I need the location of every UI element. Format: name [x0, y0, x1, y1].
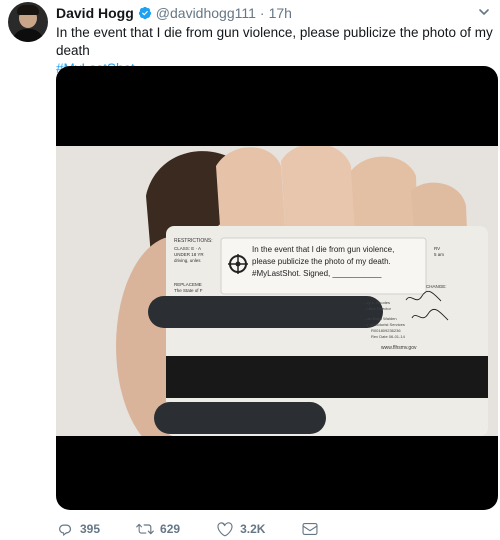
tweet-actions: 395 629 3.2K	[56, 520, 355, 538]
tweet-time[interactable]: 17h	[269, 5, 292, 21]
card-class: CLASS: E · A	[174, 246, 201, 251]
card-am: 5 am	[434, 252, 444, 257]
like-count: 3.2K	[240, 522, 266, 536]
card-replacement: REPLACEME	[174, 282, 202, 287]
photo-illustration: In the event that I die from gun violenc…	[56, 146, 498, 436]
like-button[interactable]: 3.2K	[216, 520, 265, 538]
author-handle[interactable]: @davidhogg111	[156, 5, 256, 21]
card-official-3: ...an Boyd Walden	[364, 316, 397, 321]
card-under: UNDER 18 YR	[174, 252, 204, 257]
direct-message-button[interactable]	[301, 520, 319, 538]
card-driving: driving, unles	[174, 258, 201, 263]
card-official-1: ...ry L. Rhodes	[364, 300, 390, 305]
separator-dot: ·	[259, 5, 265, 21]
card-change: CHANGE:	[426, 284, 447, 289]
chevron-down-icon[interactable]	[478, 6, 490, 18]
like-icon	[217, 522, 233, 537]
author-name[interactable]: David Hogg	[56, 5, 134, 21]
verified-badge-icon	[138, 6, 151, 20]
tweet-media[interactable]: In the event that I die from gun violenc…	[56, 66, 498, 510]
sticker-line-1: In the event that I die from gun violenc…	[252, 245, 394, 254]
card-restrictions: RESTRICTIONS:	[174, 238, 213, 244]
card-official-4: ...r of Motorist Services	[364, 322, 405, 327]
card-url: www.flhsmv.gov	[381, 345, 417, 351]
direct-message-icon	[302, 523, 318, 535]
photo: In the event that I die from gun violenc…	[56, 146, 498, 436]
retweet-icon	[136, 523, 154, 535]
avatar[interactable]	[8, 2, 48, 42]
reply-button[interactable]: 395	[56, 520, 100, 538]
sticker-line-3: #MyLastShot. Signed, ___________	[252, 269, 382, 278]
tweet: David Hogg @davidhogg111 · 17h In the ev…	[0, 0, 500, 540]
reply-icon	[59, 524, 72, 536]
card-rev: Rev Date 06-01-14	[371, 334, 406, 339]
retweet-button[interactable]: 629	[136, 520, 180, 538]
card-code: R001809236236	[371, 328, 401, 333]
card-official-2: ...utive Director	[364, 306, 392, 311]
reply-count: 395	[80, 522, 101, 536]
card-rv: RV	[434, 246, 440, 251]
retweet-count: 629	[160, 522, 181, 536]
sticker-line-2: please publicize the photo of my death.	[252, 257, 391, 266]
tweet-body: In the event that I die from gun violenc…	[56, 25, 493, 58]
card-state: The State of F	[174, 288, 203, 293]
tweet-header: David Hogg @davidhogg111 · 17h	[56, 4, 292, 22]
